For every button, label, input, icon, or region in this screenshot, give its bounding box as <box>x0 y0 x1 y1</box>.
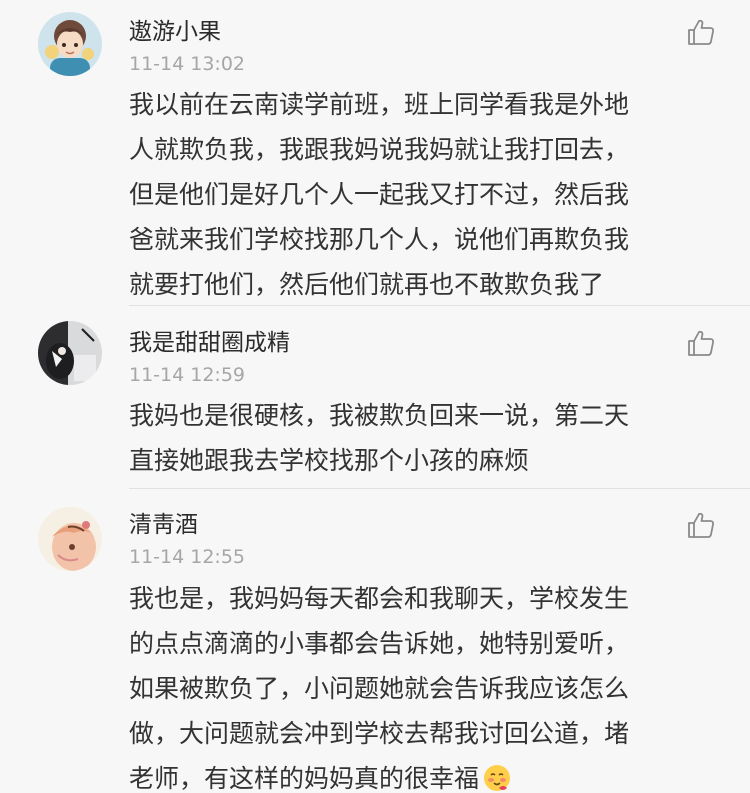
comment-line: 爸就来我们学校找那几个人，说他们再欺负我 <box>129 225 630 254</box>
username[interactable]: 清靑酒 <box>129 510 198 540</box>
comment-line: 我妈也是很硬核，我被欺负回来一说，第二天 <box>129 401 630 430</box>
comment-line: 如果被欺负了，小问题她就会告诉我应该怎么 <box>129 674 630 703</box>
comment-line: 但是他们是好几个人一起我又打不过，然后我 <box>129 180 630 209</box>
blushing-face-icon <box>484 765 511 791</box>
thumbs-up-icon[interactable] <box>686 510 716 540</box>
thumbs-up-icon[interactable] <box>686 17 716 47</box>
comment-text: 我妈也是很硬核，我被欺负回来一说，第二天 直接她跟我去学校找那个小孩的麻烦 <box>129 393 719 483</box>
comment-list: 遨游小果 11-14 13:02 我以前在云南读学前班，班上同学看我是外地 人就… <box>0 0 750 793</box>
comment-line: 的点点滴滴的小事都会告诉她，她特别爱听， <box>129 629 630 658</box>
username[interactable]: 我是甜甜圈成精 <box>129 328 290 358</box>
avatar[interactable] <box>38 507 102 571</box>
comment-line: 人就欺负我，我跟我妈说我妈就让我打回去， <box>129 135 630 164</box>
comment-last-line: 老师，有这样的妈妈真的很幸福 <box>129 756 719 793</box>
comment-line: 我也是，我妈妈每天都会和我聊天，学校发生 <box>129 584 630 613</box>
avatar[interactable] <box>38 12 102 76</box>
comment-line: 就要打他们，然后他们就再也不敢欺负我了 <box>129 270 605 299</box>
cartoon-boy-avatar-icon <box>38 12 102 76</box>
comment-line: 做，大问题就会冲到学校去帮我讨回公道，堵 <box>129 719 630 748</box>
comment-line: 我以前在云南读学前班，班上同学看我是外地 <box>129 90 630 119</box>
comment-text: 我也是，我妈妈每天都会和我聊天，学校发生 的点点滴滴的小事都会告诉她，她特别爱听… <box>129 576 719 793</box>
comment-line-text: 老师，有这样的妈妈真的很幸福 <box>129 764 480 793</box>
thumbs-up-icon[interactable] <box>686 328 716 358</box>
timestamp: 11-14 13:02 <box>129 53 246 75</box>
username[interactable]: 遨游小果 <box>129 17 221 47</box>
comment-item: 遨游小果 11-14 13:02 我以前在云南读学前班，班上同学看我是外地 人就… <box>0 0 750 305</box>
comment-line: 直接她跟我去学校找那个小孩的麻烦 <box>129 446 530 475</box>
comment-text: 我以前在云南读学前班，班上同学看我是外地 人就欺负我，我跟我妈说我妈就让我打回去… <box>129 82 719 307</box>
timestamp: 11-14 12:55 <box>129 546 246 568</box>
comment-item: 我是甜甜圈成精 11-14 12:59 我妈也是很硬核，我被欺负回来一说，第二天… <box>0 306 750 488</box>
anime-girl-avatar-icon <box>38 507 102 571</box>
dark-photo-avatar-icon <box>38 321 102 385</box>
comment-item: 清靑酒 11-14 12:55 我也是，我妈妈每天都会和我聊天，学校发生 的点点… <box>0 489 750 793</box>
avatar[interactable] <box>38 321 102 385</box>
timestamp: 11-14 12:59 <box>129 364 246 386</box>
